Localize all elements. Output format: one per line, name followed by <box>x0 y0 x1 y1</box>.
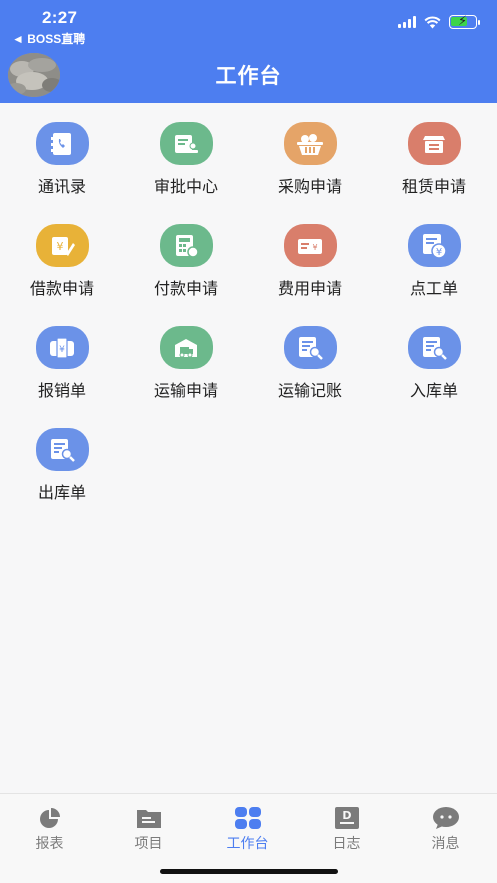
tab-label: 工作台 <box>226 835 269 851</box>
tile-label: 租赁申请 <box>401 179 466 196</box>
status-icons: ⚡ <box>398 13 480 30</box>
svg-text:¥: ¥ <box>436 247 442 258</box>
status-time: 2:27 <box>42 8 78 27</box>
tab-reports[interactable]: 报表 <box>0 806 99 853</box>
tile-loan-request[interactable]: ¥ 借款申请 <box>0 205 124 307</box>
battery-icon: ⚡ <box>449 13 480 29</box>
grid-icon <box>234 807 261 829</box>
tile-expense-request[interactable]: ¥ 费用申请 <box>248 205 372 307</box>
tile-label: 出库单 <box>37 485 86 502</box>
svg-text:D: D <box>342 809 351 822</box>
tab-messages[interactable]: 消息 <box>396 806 495 853</box>
tile-label: 点工单 <box>409 281 458 298</box>
tile-inbound-order[interactable]: 入库单 <box>372 307 496 409</box>
lease-box-icon <box>407 122 461 165</box>
wallet-yen-icon: ¥ <box>35 326 89 369</box>
tile-label: 报销单 <box>37 383 86 400</box>
outbound-search-icon <box>35 428 89 471</box>
tab-label: 日志 <box>332 835 361 851</box>
tile-label: 运输记账 <box>277 383 342 400</box>
svg-text:¥: ¥ <box>57 240 64 253</box>
log-icon: D <box>334 807 359 829</box>
chat-bubble-icon <box>432 807 459 829</box>
tile-transport-ledger[interactable]: 运输记账 <box>248 307 372 409</box>
approval-icon <box>159 122 213 165</box>
tile-work-order[interactable]: ¥ 点工单 <box>372 205 496 307</box>
cash-icon: ¥ <box>283 224 337 267</box>
tab-projects[interactable]: 项目 <box>99 806 198 853</box>
tile-transport-request[interactable]: 运输申请 <box>124 307 248 409</box>
folder-icon <box>136 810 161 828</box>
yen-sheet-icon: ¥ <box>407 224 461 267</box>
tile-label: 采购申请 <box>277 179 342 196</box>
svg-text:¥: ¥ <box>59 345 65 355</box>
tile-approval-center[interactable]: 审批中心 <box>124 103 248 205</box>
app-header: 2:27 ◄ BOSS直聘 ⚡ 工作台 <box>0 0 497 103</box>
truck-icon <box>159 326 213 369</box>
calculator-icon <box>159 224 213 267</box>
tile-label: 通讯录 <box>37 179 86 196</box>
basket-icon <box>283 122 337 165</box>
pie-chart-icon <box>39 808 60 828</box>
tile-reimbursement[interactable]: ¥ 报销单 <box>0 307 124 409</box>
inbound-search-icon <box>407 326 461 369</box>
tile-label: 付款申请 <box>153 281 218 298</box>
tile-label: 费用申请 <box>277 281 342 298</box>
tab-label: 项目 <box>134 835 163 851</box>
loan-note-icon: ¥ <box>35 224 89 267</box>
tab-label: 消息 <box>431 835 460 851</box>
ledger-search-icon <box>283 326 337 369</box>
tile-label: 审批中心 <box>153 179 218 196</box>
tab-workbench[interactable]: 工作台 <box>198 806 297 853</box>
tab-log[interactable]: D 日志 <box>297 806 396 853</box>
tile-contacts[interactable]: 通讯录 <box>0 103 124 205</box>
cellular-signal-icon <box>398 16 416 28</box>
tile-outbound-order[interactable]: 出库单 <box>0 409 124 511</box>
tile-label: 借款申请 <box>29 281 94 298</box>
tile-lease-request[interactable]: 租赁申请 <box>372 103 496 205</box>
tile-purchase-request[interactable]: 采购申请 <box>248 103 372 205</box>
wifi-icon <box>424 16 441 28</box>
tile-label: 运输申请 <box>153 383 218 400</box>
back-to-app-link[interactable]: ◄ BOSS直聘 <box>12 30 85 47</box>
tab-label: 报表 <box>35 835 64 851</box>
tile-payment-request[interactable]: 付款申请 <box>124 205 248 307</box>
page-title: 工作台 <box>215 65 282 88</box>
svg-text:¥: ¥ <box>312 243 317 252</box>
home-indicator[interactable] <box>160 869 338 874</box>
tile-label: 入库单 <box>409 383 458 400</box>
contacts-icon <box>35 122 89 165</box>
